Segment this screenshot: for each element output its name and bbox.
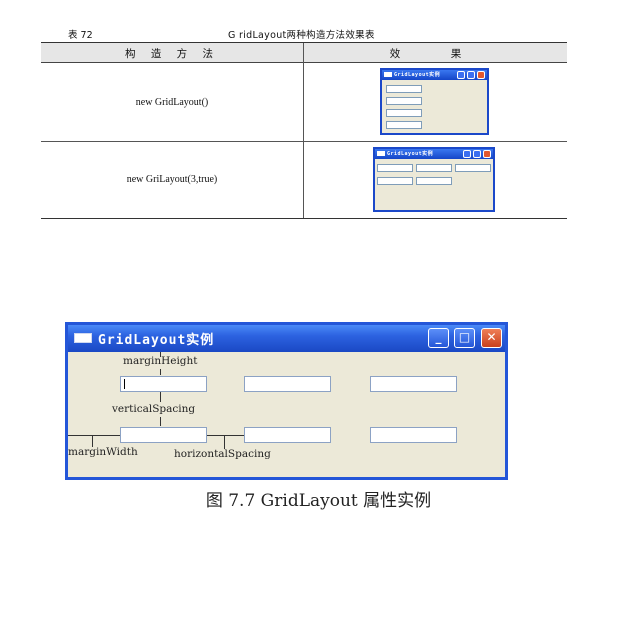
text-caret [124, 379, 125, 389]
text-field [455, 164, 491, 172]
horizontal-spacing-label: horizontalSpacing [174, 448, 271, 460]
margin-width-label: marginWidth [68, 446, 138, 458]
window-icon [74, 333, 92, 343]
row-divider [41, 141, 567, 142]
maximize-icon [467, 71, 475, 79]
header-effect: 效 果 [389, 48, 482, 60]
window-icon [377, 151, 385, 156]
table-title: G ridLayout两种构造方法效果表 [228, 30, 375, 41]
text-field [120, 427, 207, 443]
text-field [377, 164, 413, 172]
window-titlebar: GridLayout实例 _ □ ✕ [68, 325, 505, 352]
table-number: 表 72 [68, 30, 93, 41]
row2-titlebar: GridLayout实例 [375, 149, 493, 159]
vertical-spacing-label: verticalSpacing [112, 403, 196, 415]
figure-caption: 图 7.7 GridLayout 属性实例 [205, 491, 432, 511]
text-field [377, 177, 413, 185]
text-field [244, 376, 331, 392]
text-field [386, 85, 422, 93]
row1-window-title: GridLayout实例 [394, 72, 441, 78]
text-field [416, 164, 452, 172]
close-icon [477, 71, 485, 79]
text-field [370, 427, 457, 443]
minimize-icon [463, 150, 471, 158]
minimize-icon: _ [428, 328, 449, 348]
maximize-icon: □ [454, 328, 475, 348]
horizontal-spacing-arrow [207, 435, 244, 436]
header-method: 构 造 方 法 [124, 48, 219, 60]
margin-width-arrow [68, 435, 120, 436]
text-field [386, 97, 422, 105]
row2-window-title: GridLayout实例 [387, 151, 434, 157]
text-field [416, 177, 452, 185]
close-icon [483, 150, 491, 158]
text-field [386, 121, 422, 129]
minimize-icon [457, 71, 465, 79]
gridlayout-window: GridLayout实例 _ □ ✕ marginHeight vertical… [65, 322, 508, 480]
row1-titlebar: GridLayout实例 [382, 70, 487, 80]
text-field [370, 376, 457, 392]
horizontal-spacing-arrow [224, 435, 225, 449]
text-field [120, 376, 207, 392]
row1-window: GridLayout实例 [380, 68, 489, 135]
column-divider [303, 43, 304, 218]
row1-method: new GridLayout() [135, 97, 209, 108]
text-field [386, 109, 422, 117]
table-header: 构 造 方 法 效 果 [41, 43, 567, 63]
constructor-table: 构 造 方 法 效 果 new GridLayout() new GriLayo… [41, 42, 567, 219]
row2-window: GridLayout实例 [373, 147, 495, 212]
maximize-icon [473, 150, 481, 158]
row2-method: new GriLayout(3,true) [126, 174, 218, 185]
table-caption: 表 72 G ridLayout两种构造方法效果表 [68, 27, 588, 41]
text-field [244, 427, 331, 443]
margin-width-arrow [92, 435, 93, 447]
vertical-spacing-arrow [160, 417, 161, 426]
vertical-spacing-arrow [160, 392, 161, 402]
margin-height-arrow [160, 352, 161, 357]
close-icon: ✕ [481, 328, 502, 348]
window-title: GridLayout实例 [98, 333, 215, 348]
margin-height-arrow [160, 369, 161, 375]
window-icon [384, 72, 392, 77]
